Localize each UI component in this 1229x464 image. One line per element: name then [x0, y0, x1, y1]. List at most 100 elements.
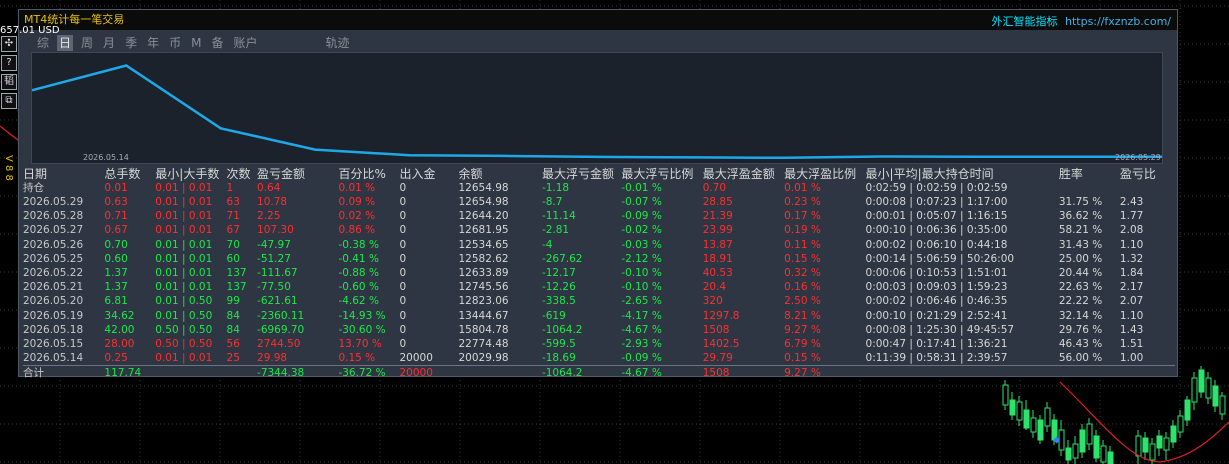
table-row[interactable]: 2026.05.19 34.62 0.01 | 0.50 84 -2360.11 -14.…: [23, 309, 1175, 323]
stats-table: 日期 总手数 最小|大手数 次数 盈亏金额 百分比% 出入金 余额 最大浮亏金额 最大浮亏比例 最大…: [23, 167, 1175, 381]
cell-maxloss_pct: -4.17 %: [621, 309, 662, 322]
tab-5[interactable]: 年: [145, 35, 161, 51]
cell-lots: 0.63: [104, 196, 128, 208]
column-header[interactable]: 百分比%: [338, 167, 399, 182]
cell-balance: 12654.98: [458, 196, 509, 208]
tab-9[interactable]: 账户: [231, 35, 259, 51]
candle-body: [1016, 401, 1023, 421]
cell-maxloss: -12.17: [541, 267, 576, 280]
tab-2[interactable]: 周: [79, 35, 95, 51]
tab-10[interactable]: 轨迹: [324, 35, 352, 51]
cell-minmax: 0.01 | 0.01: [155, 182, 213, 194]
table-row[interactable]: 2026.05.20 6.81 0.01 | 0.50 99 -621.61 -4.62 …: [23, 294, 1175, 308]
cell-maxprofit: 13.87: [702, 238, 733, 251]
help-icon[interactable]: ?: [1, 55, 17, 71]
cell-ratio: 1.00: [1119, 352, 1144, 365]
cell-win: 29.76 %: [1058, 323, 1103, 336]
table-row[interactable]: 2026.05.21 1.37 0.01 | 0.01 137 -77.50 -0.60 …: [23, 280, 1175, 294]
chart-start-date: 2026.05.14: [83, 153, 129, 162]
cell-win: [1059, 182, 1120, 195]
cell-win: 31.75 %: [1058, 196, 1103, 208]
column-header[interactable]: 最大浮盈金额: [703, 167, 784, 182]
column-header[interactable]: 最小|平均|最大持仓时间: [866, 167, 1059, 182]
cell-minmax: 0.50 | 0.50: [155, 338, 213, 351]
cell-win: 20.44 %: [1058, 267, 1103, 280]
cell-maxprofit: 18.91: [702, 252, 733, 265]
column-header[interactable]: 次数: [227, 167, 258, 182]
column-header[interactable]: 最大浮盈比例: [784, 167, 865, 182]
table-row[interactable]: 2026.05.28 0.71 0.01 | 0.01 71 2.25 0.02 % 0 12…: [23, 209, 1175, 223]
brand-name[interactable]: 外汇智能指标: [991, 15, 1057, 28]
cell-pnl: -51.27: [257, 252, 291, 265]
table-row[interactable]: 2026.05.18 42.00 0.50 | 0.50 84 -6969.70 -30.…: [23, 323, 1175, 337]
tab-7[interactable]: M: [189, 35, 203, 51]
cell-maxloss_pct: -0.01 %: [621, 182, 662, 194]
cell-flow: 0: [399, 323, 407, 336]
brand[interactable]: 外汇智能指标 https://fxznzb.com/: [991, 13, 1171, 29]
tab-0[interactable]: 综: [35, 35, 51, 51]
total-maxloss_pct: -4.67 %: [621, 365, 703, 381]
table-row[interactable]: 2026.05.22 1.37 0.01 | 0.01 137 -111.67 -0.88…: [23, 266, 1175, 280]
column-header[interactable]: 最小|大手数: [155, 167, 226, 182]
stats-panel: 外汇智能指标 https://fxznzb.com/ 综日周月季年币 M 备账户 轨迹…: [18, 9, 1178, 381]
cell-minmax: 0.01 | 0.01: [155, 352, 213, 365]
cell-ratio: 1.77: [1119, 210, 1144, 223]
move-icon[interactable]: ✣: [1, 36, 17, 52]
cell-balance: 12644.20: [458, 210, 509, 223]
brand-url[interactable]: https://fxznzb.com/: [1065, 15, 1171, 28]
cell-pct: -0.41 %: [338, 252, 379, 265]
total-maxprofit: 1508: [702, 365, 785, 381]
column-header[interactable]: 盈亏金额: [257, 167, 338, 182]
column-header[interactable]: 最大浮亏比例: [621, 167, 702, 182]
cell-flow: 0: [399, 224, 407, 237]
candle-body: [1212, 385, 1219, 407]
table-row[interactable]: 2026.05.25 0.60 0.01 | 0.01 60 -51.27 -0.41 %…: [23, 252, 1175, 266]
column-header[interactable]: 总手数: [104, 167, 155, 182]
tab-3[interactable]: 月: [101, 35, 117, 51]
column-header[interactable]: 日期: [23, 167, 104, 182]
table-row[interactable]: 2026.05.15 28.00 0.50 | 0.50 56 2744.50 13.70…: [23, 337, 1175, 351]
tab-8[interactable]: 备: [209, 35, 225, 51]
candle-body: [1086, 423, 1093, 445]
column-header[interactable]: 盈亏比: [1120, 167, 1175, 182]
cell-balance: 20029.98: [458, 352, 509, 365]
window-icon[interactable]: ⧉: [1, 93, 17, 109]
cell-count: 137: [226, 281, 247, 294]
table-row[interactable]: 2026.05.27 0.67 0.01 | 0.01 67 107.30 0.86 % 0…: [23, 223, 1175, 237]
candle-body: [1030, 417, 1037, 433]
tab-6[interactable]: 币: [167, 35, 183, 51]
cell-ratio: 1.51: [1119, 338, 1144, 351]
candle-body: [1219, 395, 1226, 415]
cell-maxprofit: 29.79: [702, 352, 733, 365]
candle-body: [1205, 377, 1212, 399]
table-row[interactable]: 持仓 0.01 0.01 | 0.01 1 0.64 0.01 % 0 12654.98 -1.…: [23, 182, 1175, 195]
cell-date: 2026.05.18: [23, 323, 84, 336]
column-header[interactable]: 出入金: [399, 167, 458, 182]
column-header[interactable]: 最大浮亏金额: [542, 167, 621, 182]
cell-date: 2026.05.26: [23, 238, 84, 251]
cell-ratio: 1.84: [1119, 267, 1144, 280]
cell-minmax: 0.01 | 0.01: [155, 238, 213, 251]
table-row[interactable]: 2026.05.14 0.25 0.01 | 0.01 25 29.98 0.15 % 20…: [23, 351, 1175, 366]
cell-count: 25: [226, 352, 240, 365]
cell-pct: 13.70 %: [338, 338, 382, 351]
cell-maxloss_pct: -0.02 %: [621, 224, 662, 237]
cell-time: 0:00:08 | 1:25:30 | 49:45:57: [865, 323, 1015, 336]
table-row[interactable]: 2026.05.26 0.70 0.01 | 0.01 70 -47.97 -0.38 %…: [23, 238, 1175, 252]
candle-body: [1093, 435, 1100, 459]
cell-pct: 0.86 %: [338, 224, 376, 237]
table-row[interactable]: 2026.05.29 0.63 0.01 | 0.01 63 10.78 0.09 % 0 1…: [23, 195, 1175, 209]
tab-4[interactable]: 季: [123, 35, 139, 51]
cell-pnl: 2744.50: [257, 338, 301, 351]
column-header[interactable]: 胜率: [1059, 167, 1120, 182]
total-balance: [458, 365, 542, 381]
total-maxprofit_pct: 9.27 %: [784, 365, 866, 381]
cell-time: 0:00:08 | 0:07:23 | 1:17:00: [865, 196, 1008, 208]
settings-icon[interactable]: 韬: [1, 74, 17, 90]
tab-1[interactable]: 日: [57, 34, 74, 51]
cell-flow: 0: [399, 238, 407, 251]
candle-body: [1023, 409, 1030, 429]
candle-body: [1198, 369, 1205, 393]
cell-count: 84: [226, 309, 240, 322]
column-header[interactable]: 余额: [459, 167, 542, 182]
